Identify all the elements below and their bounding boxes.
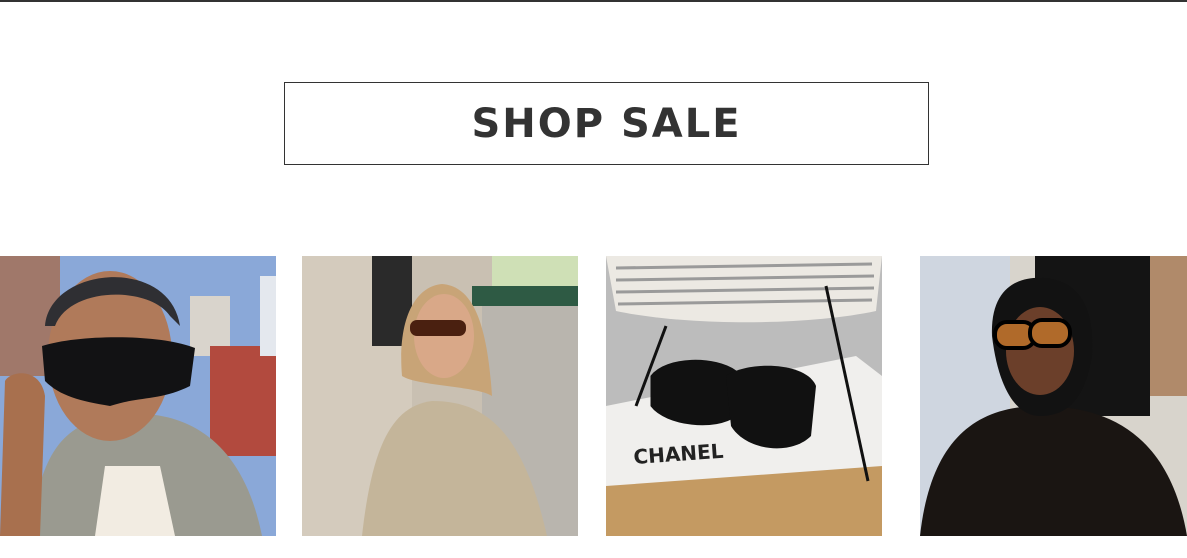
photo-woman-trench-coat: [302, 256, 578, 536]
photo-woman-shield-sunglasses: [0, 256, 276, 536]
photo-chanel-sunglasses-display: CHANEL: [606, 256, 882, 536]
gallery-image-3[interactable]: CHANEL: [606, 256, 882, 536]
gallery-image-1[interactable]: [0, 256, 276, 536]
photo-woman-headscarf-fur: [920, 256, 1187, 536]
gallery-image-2[interactable]: [302, 256, 578, 536]
shop-sale-label: SHOP SALE: [471, 100, 742, 147]
top-divider: [0, 0, 1187, 2]
gallery-image-4[interactable]: [920, 256, 1187, 536]
shop-sale-button[interactable]: SHOP SALE: [284, 82, 929, 165]
